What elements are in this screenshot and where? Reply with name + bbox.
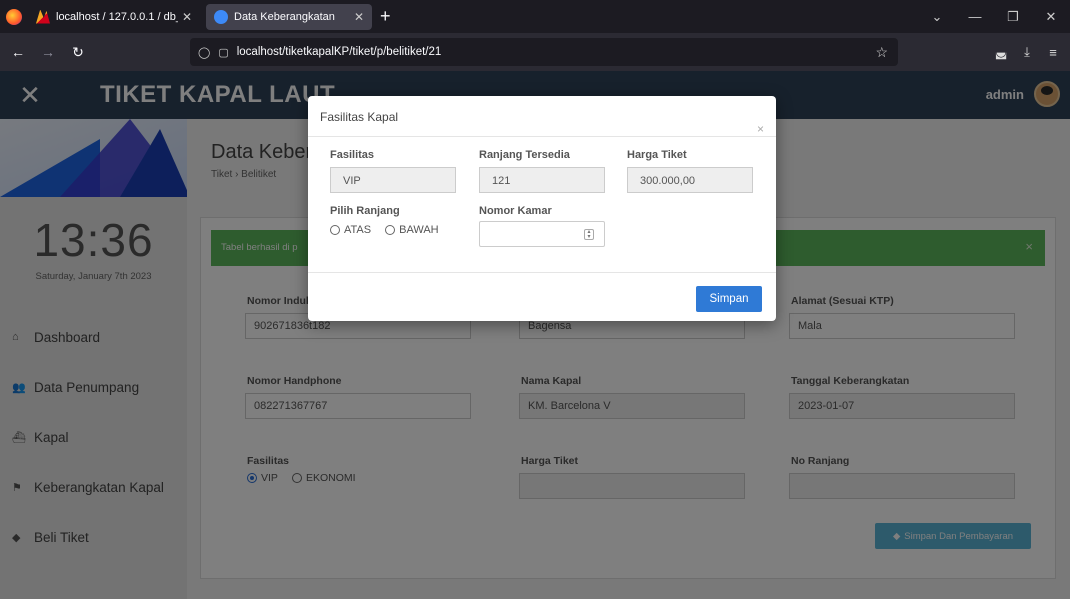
- shield-icon[interactable]: ◯: [198, 46, 210, 59]
- browser-navbar: ← → ↻ ◯ ▢ localhost/tiketkapalKP/tiket/p…: [0, 33, 1070, 71]
- window-close-icon[interactable]: ✕: [1032, 9, 1070, 25]
- fasilitas-modal: Fasilitas Kapal × Fasilitas VIP Ranjang …: [308, 96, 776, 321]
- bookmark-star-icon[interactable]: ☆: [875, 44, 888, 61]
- back-icon[interactable]: ←: [6, 44, 30, 60]
- modal-fasilitas-field[interactable]: VIP: [330, 167, 456, 193]
- restore-icon[interactable]: ❐: [994, 9, 1032, 25]
- close-icon[interactable]: ✕: [182, 10, 192, 24]
- modal-harga-field[interactable]: 300.000,00: [627, 167, 753, 193]
- nomor-kamar-label: Nomor Kamar: [479, 205, 552, 217]
- new-tab-button[interactable]: +: [380, 6, 391, 27]
- modal-title: Fasilitas Kapal: [320, 110, 399, 124]
- phpmyadmin-icon: [36, 9, 50, 24]
- modal-harga-label: Harga Tiket: [627, 149, 687, 161]
- site-favicon-icon: [214, 9, 228, 24]
- forward-icon[interactable]: →: [36, 44, 60, 60]
- simpan-button[interactable]: Simpan: [696, 286, 762, 312]
- radio-atas[interactable]: [330, 225, 340, 235]
- menu-icon[interactable]: ≡: [1040, 45, 1066, 60]
- browser-tab-phpmyadmin[interactable]: localhost / 127.0.0.1 / db_tiketk ✕: [28, 4, 200, 30]
- radio-bawah-label: BAWAH: [399, 224, 439, 236]
- pilih-ranjang-label: Pilih Ranjang: [330, 205, 400, 217]
- radio-atas-label: ATAS: [344, 224, 372, 236]
- close-icon[interactable]: ✕: [354, 10, 364, 24]
- minimize-icon[interactable]: —: [956, 9, 994, 24]
- download-icon[interactable]: ⤓: [1014, 44, 1040, 60]
- tab-title: Data Keberangkatan: [234, 10, 335, 23]
- modal-divider: [308, 136, 776, 137]
- window-controls: ⌄ — ❐ ✕: [918, 0, 1070, 33]
- firefox-icon[interactable]: [6, 8, 22, 25]
- modal-fasilitas-label: Fasilitas: [330, 149, 375, 161]
- modal-ranjang-label: Ranjang Tersedia: [479, 149, 570, 161]
- browser-tabbar: localhost / 127.0.0.1 / db_tiketk ✕ Data…: [0, 0, 1070, 33]
- tab-list-icon[interactable]: ⌄: [918, 9, 956, 25]
- spinner-icon[interactable]: ▴ ▾: [584, 229, 594, 240]
- modal-ranjang-field[interactable]: 121: [479, 167, 605, 193]
- page-icon: ▢: [218, 46, 229, 59]
- reload-icon[interactable]: ↻: [66, 44, 90, 61]
- browser-tab-data-keberangkatan[interactable]: Data Keberangkatan ✕: [206, 3, 372, 30]
- modal-close-icon[interactable]: ×: [757, 122, 764, 136]
- nomor-kamar-input[interactable]: ▴ ▾: [479, 221, 605, 247]
- address-bar[interactable]: ◯ ▢ localhost/tiketkapalKP/tiket/p/belit…: [190, 38, 898, 66]
- tab-title: localhost / 127.0.0.1 / db_tiketk: [56, 10, 178, 23]
- pilih-ranjang-radio-group: ATAS BAWAH: [330, 224, 453, 236]
- pocket-icon[interactable]: ◛: [988, 44, 1014, 60]
- url-text: localhost/tiketkapalKP/tiket/p/belitiket…: [236, 46, 442, 58]
- modal-footer-divider: [308, 272, 776, 273]
- radio-bawah[interactable]: [385, 225, 396, 235]
